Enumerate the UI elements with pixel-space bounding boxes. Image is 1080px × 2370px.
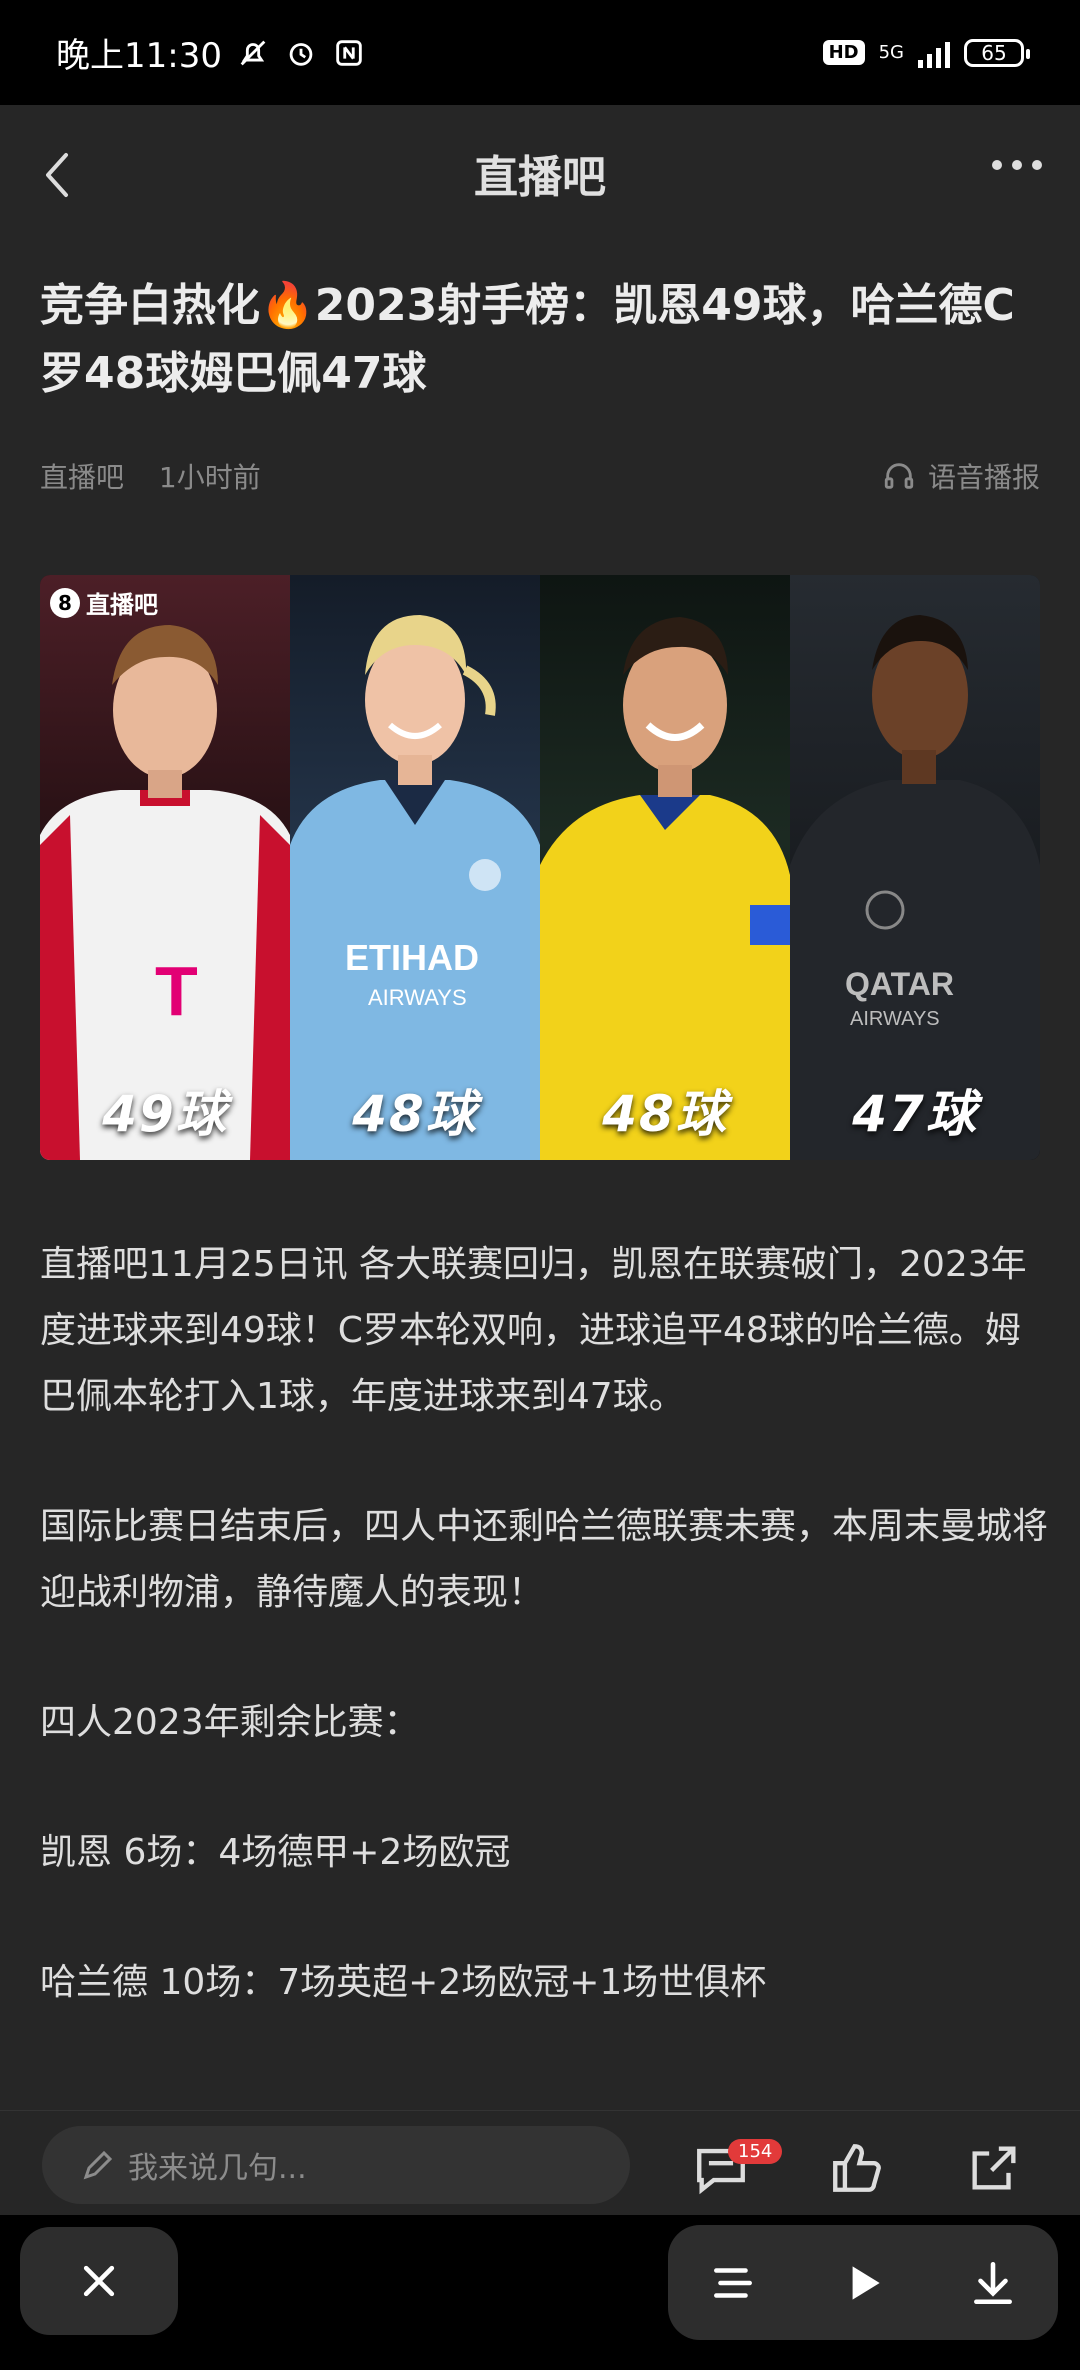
player-3-photo <box>540 617 790 1160</box>
player-1-goals: 49球 <box>102 1085 228 1143</box>
comment-placeholder: 我来说几句... <box>128 2151 307 2186</box>
share-icon[interactable] <box>965 2139 1023 2197</box>
article-header: 竞争白热化🔥2023射手榜：凯恩49球，哈兰德C罗48球姆巴佩47球 <box>40 272 1040 408</box>
alarm-icon <box>289 42 313 66</box>
thumbs-up-icon[interactable] <box>828 2139 886 2197</box>
media-controls <box>668 2225 1058 2340</box>
player-4-photo: QATAR AIRWAYS <box>790 615 1040 1160</box>
article-source: 直播吧 <box>40 461 125 494</box>
meta-left: 直播吧 1小时前 <box>40 456 287 496</box>
headphones-icon <box>884 463 914 489</box>
player-1-photo: T <box>40 625 290 1160</box>
player-panel-4: QATAR AIRWAYS 47球 <box>790 575 1040 1160</box>
bell-off-icon <box>240 40 266 65</box>
play-icon[interactable] <box>838 2258 888 2308</box>
hd-badge: HD <box>822 40 865 65</box>
page-title: 直播吧 <box>474 151 606 203</box>
article-title: 竞争白热化🔥2023射手榜：凯恩49球，哈兰德C罗48球姆巴佩47球 <box>40 280 1015 399</box>
article-time: 1小时前 <box>158 461 261 494</box>
paragraph-4: 凯恩 6场：4场德甲+2场欧冠 <box>40 1832 511 1873</box>
close-button[interactable] <box>20 2227 178 2335</box>
player-4-goals: 47球 <box>852 1085 978 1143</box>
download-icon[interactable] <box>968 2258 1018 2308</box>
player-3-goals: 48球 <box>602 1085 728 1143</box>
tts-button[interactable]: 语音播报 <box>882 456 1040 496</box>
close-icon <box>83 2265 115 2297</box>
article-image[interactable]: 8 直播吧 T 49球 ETIHAD AIRWAYS 48球 48球 QATAR… <box>40 575 1040 1160</box>
status-left: 晚上11:30 <box>56 28 366 77</box>
battery-level: 65 <box>981 40 1007 65</box>
logo-text: 直播吧 <box>86 591 158 619</box>
status-time: 晚上11:30 <box>56 36 222 76</box>
comment-bar: 我来说几句... 154 <box>0 2110 1080 2216</box>
paragraph-3: 四人2023年剩余比赛： <box>40 1702 420 1743</box>
player-panel-3: 48球 <box>540 575 790 1160</box>
tts-label: 语音播报 <box>927 461 1040 494</box>
player-panel-2: ETIHAD AIRWAYS 48球 <box>290 575 540 1160</box>
svg-text:AIRWAYS: AIRWAYS <box>368 985 467 1010</box>
player-panel-1: T 49球 <box>40 575 290 1160</box>
svg-text:AIRWAYS: AIRWAYS <box>850 1008 940 1030</box>
status-right: HD 5G 65 <box>822 38 1030 68</box>
nfc-icon <box>336 39 362 66</box>
article-body: 直播吧11月25日讯 各大联赛回归，凯恩在联赛破门，2023年度进球来到49球！… <box>40 1232 1050 2080</box>
battery-icon: 65 <box>964 38 1030 67</box>
player-2-goals: 48球 <box>352 1085 478 1143</box>
player-2-photo: ETIHAD AIRWAYS <box>290 615 540 1160</box>
status-bar: 晚上11:30 HD 5G 65 <box>0 0 1080 105</box>
logo-badge: 8 <box>50 587 80 618</box>
paragraph-1: 直播吧11月25日讯 各大联赛回归，凯恩在联赛破门，2023年度进球来到49球！… <box>40 1244 1027 1417</box>
svg-text:T: T <box>155 952 198 1030</box>
nav-bar: 直播吧 <box>0 105 1080 240</box>
signal-icon <box>918 38 950 68</box>
article-meta: 直播吧 1小时前 语音播报 <box>40 456 1040 496</box>
comment-input[interactable]: 我来说几句... <box>42 2126 630 2204</box>
svg-text:ETIHAD: ETIHAD <box>345 937 479 978</box>
comment-count-badge: 154 <box>728 2139 783 2164</box>
svg-text:QATAR: QATAR <box>845 966 954 1002</box>
paragraph-2: 国际比赛日结束后，四人中还剩哈兰德联赛未赛，本周末曼城将迎战利物浦，静待魔人的表… <box>40 1506 1049 1613</box>
pencil-icon <box>83 2150 113 2180</box>
back-icon[interactable] <box>36 145 86 205</box>
bottom-control-bar <box>0 2215 1080 2370</box>
network-type: 5G <box>878 41 904 63</box>
menu-list-icon[interactable] <box>708 2258 758 2308</box>
paragraph-5: 哈兰德 10场：7场英超+2场欧冠+1场世俱杯 <box>40 1962 767 2003</box>
more-icon[interactable] <box>992 160 1042 170</box>
image-watermark: 8 直播吧 <box>50 585 158 620</box>
